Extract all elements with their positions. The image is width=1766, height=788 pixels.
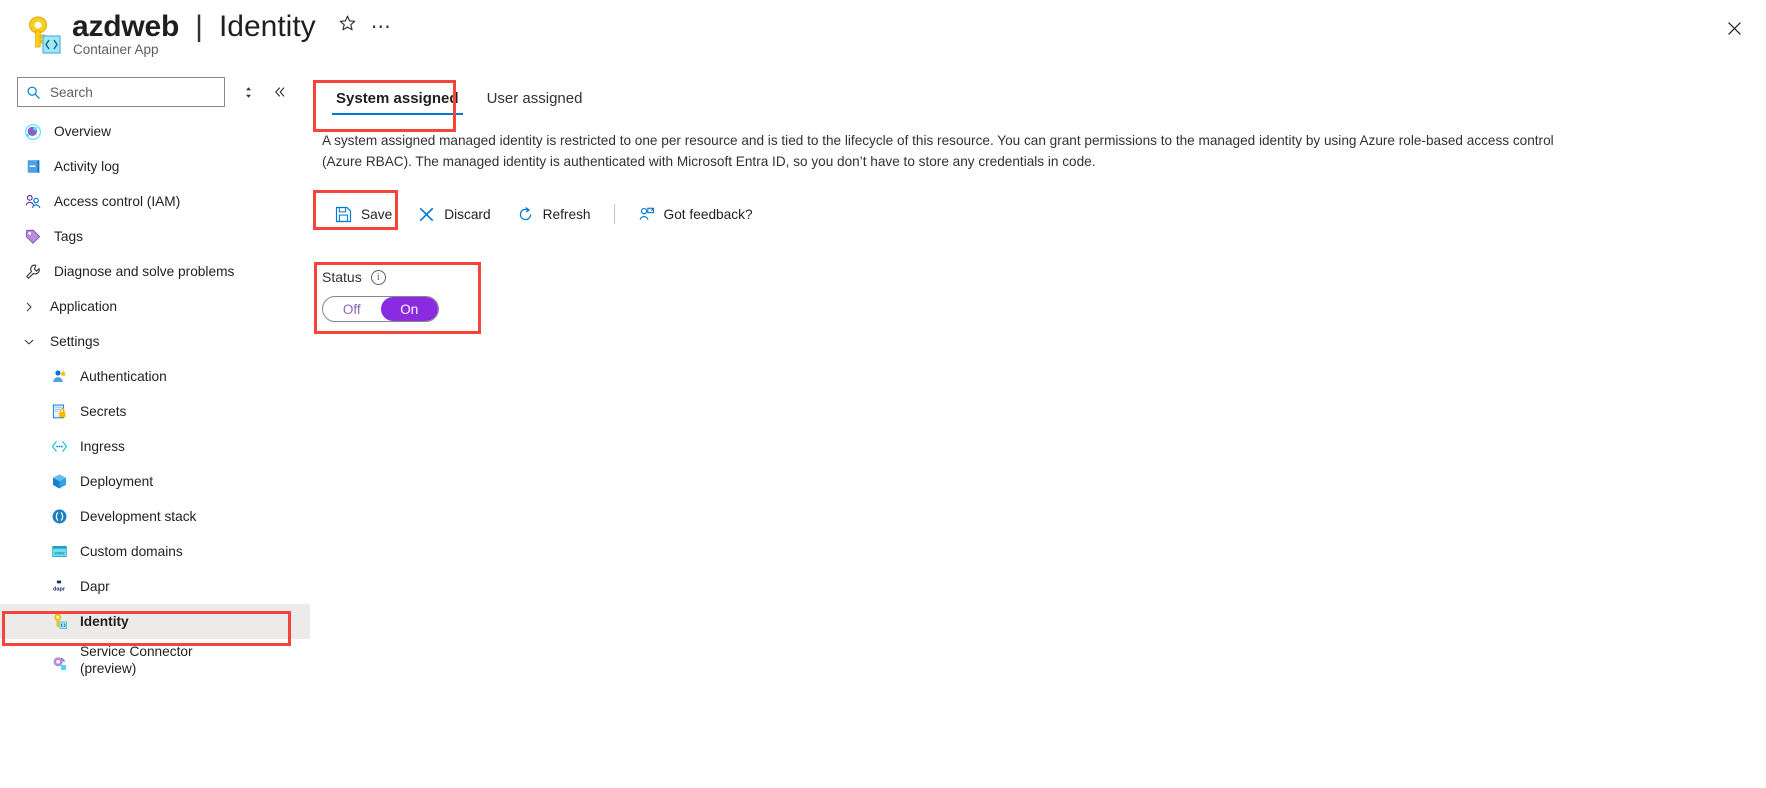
custom-domains-icon: www — [48, 542, 70, 562]
title-separator: | — [195, 10, 203, 43]
dapr-icon: dapr — [48, 577, 70, 597]
command-label: Discard — [444, 206, 491, 222]
page-title-row: azdweb | Identity ⋯ — [72, 8, 392, 46]
sidebar-item-label: Tags — [54, 229, 83, 244]
discard-x-icon — [418, 206, 435, 223]
svg-text:www: www — [54, 551, 65, 556]
tag-icon — [22, 227, 44, 247]
search-box[interactable] — [17, 77, 225, 107]
access-control-icon — [22, 192, 44, 212]
sidebar-item-label: Identity — [80, 614, 129, 629]
tab-label: System assigned — [336, 90, 459, 107]
sidebar-item-identity[interactable]: Identity — [0, 604, 310, 639]
close-icon[interactable] — [1718, 12, 1750, 44]
sort-icon[interactable] — [235, 79, 261, 105]
tab-system-assigned[interactable]: System assigned — [322, 84, 473, 117]
sidebar-item-access-control[interactable]: Access control (IAM) — [0, 184, 310, 219]
sidebar-group-label: Application — [50, 299, 117, 314]
sidebar-item-ingress[interactable]: Ingress — [0, 429, 310, 464]
save-icon — [335, 206, 352, 223]
sidebar-group-settings[interactable]: Settings — [0, 324, 310, 359]
refresh-icon — [517, 206, 534, 223]
sidebar-item-label-line2: (preview) — [80, 661, 137, 676]
sidebar-item-label: Authentication — [80, 369, 167, 384]
authentication-icon — [48, 367, 70, 387]
discard-button[interactable]: Discard — [405, 197, 503, 231]
identity-main-content: System assigned User assigned A system a… — [310, 74, 1766, 788]
double-chevron-left-icon[interactable] — [267, 79, 293, 105]
sidebar-group-application[interactable]: Application — [0, 289, 310, 324]
sidebar-item-label: Dapr — [80, 579, 110, 594]
status-toggle[interactable]: Off On — [322, 296, 439, 322]
info-icon[interactable]: i — [370, 269, 386, 285]
sidebar-item-deployment[interactable]: Deployment — [0, 464, 310, 499]
sidebar-item-label: Activity log — [54, 159, 120, 174]
search-input[interactable] — [48, 83, 216, 101]
blade-header: azdweb | Identity ⋯ Container App — [0, 0, 1766, 72]
identity-tabs: System assigned User assigned — [322, 84, 596, 117]
sidebar-item-label: Access control (IAM) — [54, 194, 181, 209]
chevron-right-icon — [18, 301, 40, 313]
sidebar-item-label: Development stack — [80, 509, 197, 524]
sidebar-item-label: Deployment — [80, 474, 154, 489]
status-label: Status — [322, 269, 362, 285]
identity-key-icon — [48, 612, 70, 632]
ellipsis-icon[interactable]: ⋯ — [371, 12, 392, 42]
dev-stack-icon — [48, 507, 70, 527]
status-toggle-off[interactable]: Off — [323, 297, 381, 321]
service-connector-icon — [48, 653, 70, 673]
sidebar-item-label: Service Connector (preview) — [80, 643, 193, 677]
tab-user-assigned[interactable]: User assigned — [473, 84, 597, 117]
feedback-person-icon — [638, 206, 655, 223]
sidebar-item-service-connector[interactable]: Service Connector (preview) — [0, 639, 310, 685]
page-title: Identity — [218, 10, 316, 43]
sidebar-nav: Overview Activity log Access control (IA… — [0, 114, 310, 685]
wrench-icon — [22, 262, 44, 282]
got-feedback-button[interactable]: Got feedback? — [625, 197, 766, 231]
blade-sidebar: Overview Activity log — [0, 74, 310, 788]
command-separator — [613, 204, 615, 224]
sidebar-item-authentication[interactable]: Authentication — [0, 359, 310, 394]
sidebar-item-label: Custom domains — [80, 544, 183, 559]
deployment-icon — [48, 472, 70, 492]
secrets-icon — [48, 402, 70, 422]
status-section: Status i Off On — [322, 266, 439, 322]
svg-text:dapr: dapr — [53, 586, 66, 592]
sidebar-item-development-stack[interactable]: Development stack — [0, 499, 310, 534]
sidebar-search-row — [17, 77, 293, 107]
refresh-button[interactable]: Refresh — [504, 197, 604, 231]
chevron-down-icon — [18, 336, 40, 348]
resource-name: azdweb — [72, 10, 180, 43]
tab-label: User assigned — [486, 90, 583, 107]
resource-type-label: Container App — [73, 42, 159, 57]
sidebar-item-label-line1: Service Connector — [80, 644, 193, 659]
command-bar: Save Discard Refresh Got feedback? — [322, 194, 766, 234]
command-label: Save — [361, 206, 393, 222]
sidebar-item-label: Overview — [54, 124, 112, 139]
status-toggle-on[interactable]: On — [380, 297, 438, 321]
sidebar-item-diagnose[interactable]: Diagnose and solve problems — [0, 254, 310, 289]
sidebar-item-label: Ingress — [80, 439, 125, 454]
ingress-icon — [48, 437, 70, 457]
overview-icon — [22, 122, 44, 142]
search-icon — [26, 85, 41, 100]
sidebar-item-custom-domains[interactable]: www Custom domains — [0, 534, 310, 569]
sidebar-item-label: Diagnose and solve problems — [54, 264, 235, 279]
sidebar-item-tags[interactable]: Tags — [0, 219, 310, 254]
identity-description: A system assigned managed identity is re… — [322, 133, 1554, 169]
sidebar-item-activity-log[interactable]: Activity log — [0, 149, 310, 184]
sidebar-item-label: Secrets — [80, 404, 127, 419]
activity-log-icon — [22, 157, 44, 177]
azure-portal-identity-blade: azdweb | Identity ⋯ Container App Search… — [0, 0, 1766, 788]
status-label-row: Status i — [322, 266, 439, 288]
container-app-identity-icon — [22, 14, 66, 58]
sidebar-group-label: Settings — [50, 334, 100, 349]
command-label: Refresh — [542, 206, 591, 222]
sidebar-item-secrets[interactable]: Secrets — [0, 394, 310, 429]
sidebar-item-overview[interactable]: Overview — [0, 114, 310, 149]
star-icon[interactable] — [338, 8, 357, 46]
sidebar-item-dapr[interactable]: dapr Dapr — [0, 569, 310, 604]
command-label: Got feedback? — [663, 206, 753, 222]
save-button[interactable]: Save — [322, 197, 405, 231]
